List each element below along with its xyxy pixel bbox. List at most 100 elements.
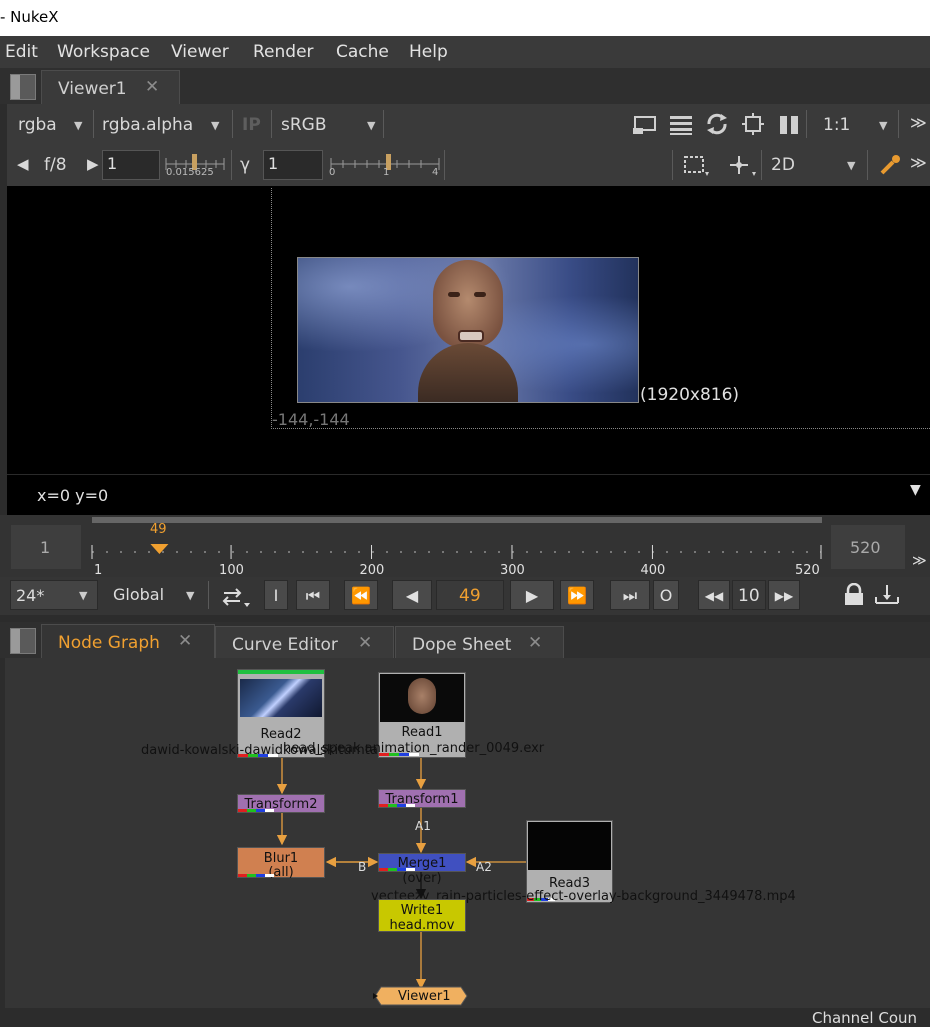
- previous-keyframe-icon[interactable]: ⏪: [344, 580, 378, 610]
- pane-menu-icon[interactable]: [10, 628, 36, 654]
- frame-increment-field[interactable]: 10: [732, 580, 766, 610]
- viewer-viewport[interactable]: (1920x816) -144,-144: [7, 186, 930, 474]
- step-forward-icon[interactable]: ▶▶: [768, 580, 800, 610]
- transform-handle-icon[interactable]: [726, 152, 756, 178]
- close-icon[interactable]: ✕: [358, 633, 372, 653]
- lock-icon[interactable]: [843, 583, 865, 607]
- tab-curve-editor[interactable]: Curve Editor ✕: [215, 626, 394, 661]
- node-merge1[interactable]: Merge1 (over): [378, 853, 466, 886]
- channels-dropdown[interactable]: rgba: [18, 115, 57, 135]
- menu-edit[interactable]: Edit: [5, 42, 38, 62]
- gamma-tick-1: 1: [383, 167, 390, 178]
- set-out-point-button[interactable]: O: [653, 580, 679, 610]
- next-keyframe-icon[interactable]: ⏩: [560, 580, 594, 610]
- scanlines-icon[interactable]: [669, 114, 693, 136]
- ip-button[interactable]: IP: [242, 115, 261, 135]
- menu-cache[interactable]: Cache: [336, 42, 389, 62]
- chevron-down-icon: ▼: [847, 159, 856, 172]
- timeline-tick-label: 400: [640, 563, 665, 577]
- fps-dropdown[interactable]: 24* ▼: [10, 580, 98, 610]
- merge-input-b-label: B: [358, 860, 367, 874]
- menu-render[interactable]: Render: [253, 42, 314, 62]
- fstop-label: f/8: [44, 155, 67, 175]
- fstop-increase-icon[interactable]: ▶: [87, 155, 99, 173]
- in-frame-value: 1: [40, 538, 51, 557]
- gamma-label: γ: [240, 155, 251, 175]
- gamma-input[interactable]: 1: [263, 150, 323, 180]
- expand-toolbar-icon[interactable]: ≫: [910, 113, 927, 132]
- tab-dope-sheet[interactable]: Dope Sheet ✕: [395, 626, 564, 661]
- frame-scope-dropdown[interactable]: Global: [113, 585, 164, 604]
- write1-sublabel: head.mov: [389, 918, 455, 933]
- expand-toolbar-icon[interactable]: ≫: [910, 153, 927, 172]
- zoom-dropdown[interactable]: 1:1: [823, 115, 850, 135]
- play-forward-icon[interactable]: ▶: [510, 580, 554, 610]
- timeline-ruler-icon[interactable]: [874, 581, 900, 607]
- chevron-down-icon: ▼: [186, 589, 195, 602]
- current-frame-field[interactable]: 49: [436, 580, 504, 610]
- chevron-down-icon: ▼: [74, 119, 83, 132]
- tab-curve-editor-label: Curve Editor: [232, 635, 338, 655]
- timeline-tick-label: 520: [795, 563, 820, 577]
- tab-viewer1[interactable]: Viewer1 ✕: [41, 70, 180, 105]
- playback-controls: 24* ▼ Global ▼ I ⏮ ⏪ ◀ 49 ▶ ⏩ ⏭ O ◀◀ 10 …: [0, 577, 930, 615]
- refresh-icon[interactable]: [705, 112, 729, 136]
- roi-select-icon[interactable]: [683, 154, 709, 178]
- timeline-tick-label: 200: [360, 563, 385, 577]
- colorspace-dropdown[interactable]: sRGB: [281, 115, 327, 135]
- node-transform2[interactable]: Transform2: [237, 794, 325, 813]
- in-frame-field[interactable]: 1: [11, 525, 81, 569]
- read1-thumbnail: [380, 674, 464, 722]
- timeline-tick-label: 300: [500, 563, 525, 577]
- viewer1-label: Viewer1: [398, 989, 451, 1004]
- viewer-status-bar: x=0 y=0 ▼: [7, 474, 930, 515]
- timeline-tick-label: 100: [219, 563, 244, 577]
- node-graph-canvas[interactable]: Read2 dawid-kowalski-dawidkowalskiturnta…: [5, 658, 930, 1008]
- skip-to-start-icon[interactable]: ⏮: [296, 580, 330, 610]
- eyedropper-icon[interactable]: [879, 154, 901, 176]
- pane-menu-icon[interactable]: [10, 74, 36, 100]
- skip-to-end-icon[interactable]: ⏭: [610, 580, 650, 610]
- alpha-channel-dropdown[interactable]: rgba.alpha: [102, 115, 193, 135]
- node-highlight-bar: [238, 670, 324, 674]
- current-frame-marker: [150, 544, 169, 554]
- fstop-decrease-icon[interactable]: ◀: [17, 155, 29, 173]
- timeline-ruler[interactable]: 1 100 200 300 400 520: [80, 523, 830, 577]
- chevron-down-icon[interactable]: ▼: [910, 482, 921, 498]
- origin-label: -144,-144: [272, 410, 350, 429]
- display-monitor-icon[interactable]: [633, 114, 657, 136]
- merge-input-a1-label: A1: [415, 819, 431, 833]
- menu-viewer[interactable]: Viewer: [171, 42, 229, 62]
- view-mode-dropdown[interactable]: 2D: [771, 155, 795, 175]
- menu-help[interactable]: Help: [409, 42, 448, 62]
- gain-input[interactable]: 1: [102, 150, 160, 180]
- node-blur1[interactable]: Blur1 (all): [237, 847, 325, 880]
- timeline-tick-label: 1: [94, 563, 102, 577]
- menu-workspace[interactable]: Workspace: [57, 42, 150, 62]
- node-write1[interactable]: Write1 head.mov: [378, 899, 466, 933]
- node-transform1[interactable]: Transform1: [378, 789, 466, 808]
- tab-viewer1-label: Viewer1: [58, 79, 127, 99]
- playback-mode-icon[interactable]: [220, 583, 252, 609]
- viewer-toolbar: rgba ▼ rgba.alpha ▼ IP sRGB ▼ 1:1 ▼ ≫: [7, 104, 930, 144]
- pause-icon[interactable]: [778, 114, 800, 136]
- merge1-label: Merge1 (over): [397, 856, 447, 886]
- close-icon[interactable]: ✕: [178, 631, 192, 651]
- viewer-image: [297, 257, 639, 403]
- window-titlebar: - NukeX: [0, 0, 930, 36]
- close-icon[interactable]: ✕: [145, 77, 159, 97]
- fps-value: 24*: [16, 586, 45, 605]
- footer-bar: Channel Coun: [0, 1008, 930, 1027]
- frame-increment-value: 10: [738, 586, 760, 606]
- roi-icon[interactable]: [742, 113, 764, 135]
- cursor-coordinates: x=0 y=0: [37, 486, 109, 505]
- expand-timeline-icon[interactable]: ≫: [912, 553, 927, 569]
- step-back-icon[interactable]: ◀◀: [698, 580, 730, 610]
- close-icon[interactable]: ✕: [528, 633, 542, 653]
- tab-node-graph[interactable]: Node Graph ✕: [41, 624, 215, 659]
- read2-label: Read2: [260, 727, 302, 742]
- play-backward-icon[interactable]: ◀: [392, 580, 432, 610]
- set-in-point-button[interactable]: I: [264, 580, 288, 610]
- out-frame-field[interactable]: 520: [831, 525, 905, 569]
- tab-node-graph-label: Node Graph: [58, 633, 160, 653]
